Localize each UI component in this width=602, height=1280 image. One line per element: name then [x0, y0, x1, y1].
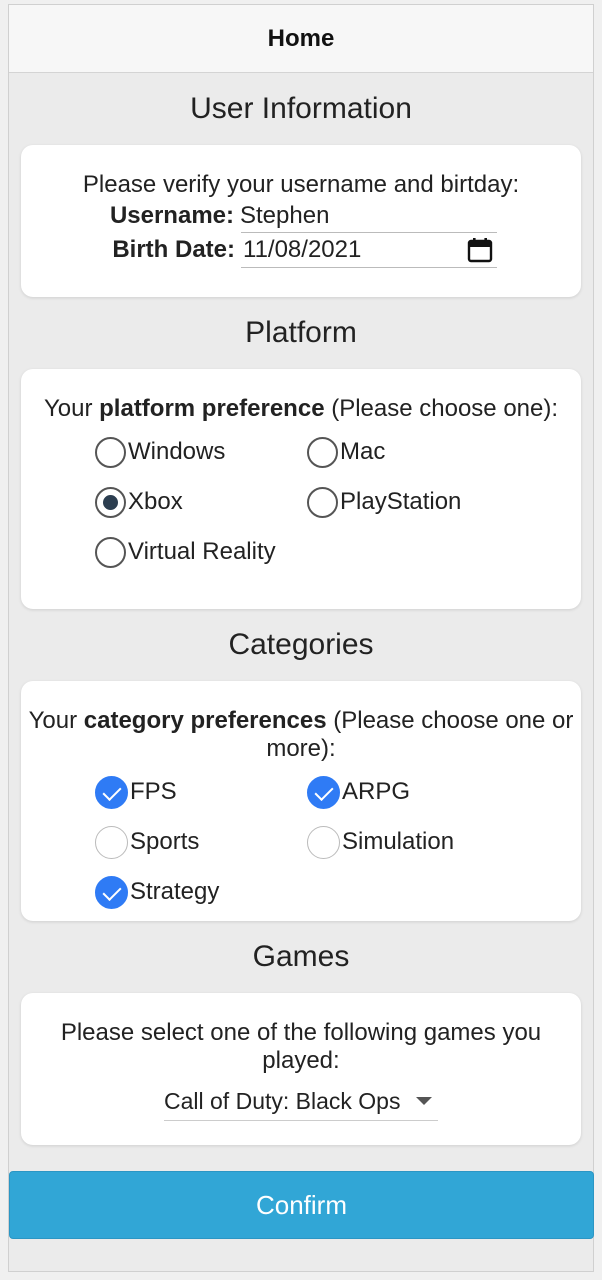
- categories-title: Categories: [228, 628, 374, 661]
- platform-option[interactable]: Windows: [95, 427, 307, 477]
- categories-card: Your category preferences (Please choose…: [21, 681, 581, 921]
- platform-options: Windows Mac Xbox PlayStation Virtual Reality: [21, 427, 581, 577]
- calendar-icon[interactable]: [467, 237, 493, 263]
- platform-option-label: Xbox: [128, 488, 183, 515]
- platform-option[interactable]: Virtual Reality: [95, 527, 307, 577]
- checkbox[interactable]: [95, 825, 128, 859]
- platform-card: Your platform preference (Please choose …: [21, 369, 581, 609]
- platform-option[interactable]: Xbox: [95, 477, 307, 527]
- checkbox[interactable]: [95, 775, 128, 809]
- app-frame: Home User Information Please verify your…: [8, 4, 594, 1272]
- birthdate-label: Birth Date:: [112, 236, 235, 263]
- checkbox[interactable]: [307, 825, 340, 859]
- platform-option-label: PlayStation: [340, 488, 462, 515]
- games-title: Games: [252, 940, 350, 973]
- radio-button[interactable]: [307, 436, 338, 468]
- user-info-card: Please verify your username and birtday:…: [21, 145, 581, 297]
- user-info-prompt: Please verify your username and birtday:: [82, 171, 520, 198]
- username-label: Username:: [109, 202, 234, 229]
- games-card: Please select one of the following games…: [21, 993, 581, 1145]
- category-option[interactable]: Sports: [95, 817, 307, 867]
- birthdate-input[interactable]: 11/08/2021: [241, 232, 497, 268]
- birthdate-row: Birth Date: 11/08/2021: [21, 232, 581, 268]
- platform-option-label: Virtual Reality: [128, 538, 276, 565]
- radio-button[interactable]: [307, 486, 338, 518]
- category-option-label: Simulation: [342, 828, 455, 855]
- category-option-label: Strategy: [130, 878, 220, 905]
- platform-option[interactable]: Mac: [307, 427, 507, 477]
- category-option-label: Sports: [130, 828, 200, 855]
- checkbox[interactable]: [307, 775, 340, 809]
- radio-button[interactable]: [95, 436, 126, 468]
- birthdate-value: 11/08/2021: [243, 236, 362, 263]
- header: Home: [9, 5, 593, 73]
- category-options: FPS ARPG Sports Simulation Strategy: [21, 767, 581, 917]
- platform-prompt: Your platform preference (Please choose …: [43, 395, 559, 422]
- games-prompt: Please select one of the following games…: [60, 1019, 542, 1074]
- categories-prompt: Your category preferences (Please choose…: [28, 707, 574, 762]
- category-option-label: ARPG: [342, 778, 411, 805]
- confirm-button[interactable]: Confirm: [9, 1171, 594, 1239]
- platform-option[interactable]: PlayStation: [307, 477, 507, 527]
- platform-title: Platform: [245, 316, 357, 349]
- category-option[interactable]: FPS: [95, 767, 307, 817]
- user-info-title: User Information: [190, 92, 412, 125]
- platform-option-label: Windows: [128, 438, 226, 465]
- username-row: Username: Stephen: [21, 199, 581, 233]
- username-value: Stephen: [240, 202, 330, 229]
- radio-button[interactable]: [95, 536, 126, 568]
- category-option-label: FPS: [130, 778, 177, 805]
- checkbox[interactable]: [95, 875, 128, 909]
- category-option[interactable]: Simulation: [307, 817, 507, 867]
- category-option[interactable]: ARPG: [307, 767, 507, 817]
- game-select[interactable]: Call of Duty: Black Ops: [164, 1081, 438, 1121]
- chevron-down-icon: [416, 1096, 432, 1105]
- platform-option-label: Mac: [340, 438, 386, 465]
- page-title: Home: [267, 24, 335, 52]
- radio-button[interactable]: [95, 486, 126, 518]
- category-option[interactable]: Strategy: [95, 867, 307, 917]
- game-select-value: Call of Duty: Black Ops: [164, 1087, 401, 1114]
